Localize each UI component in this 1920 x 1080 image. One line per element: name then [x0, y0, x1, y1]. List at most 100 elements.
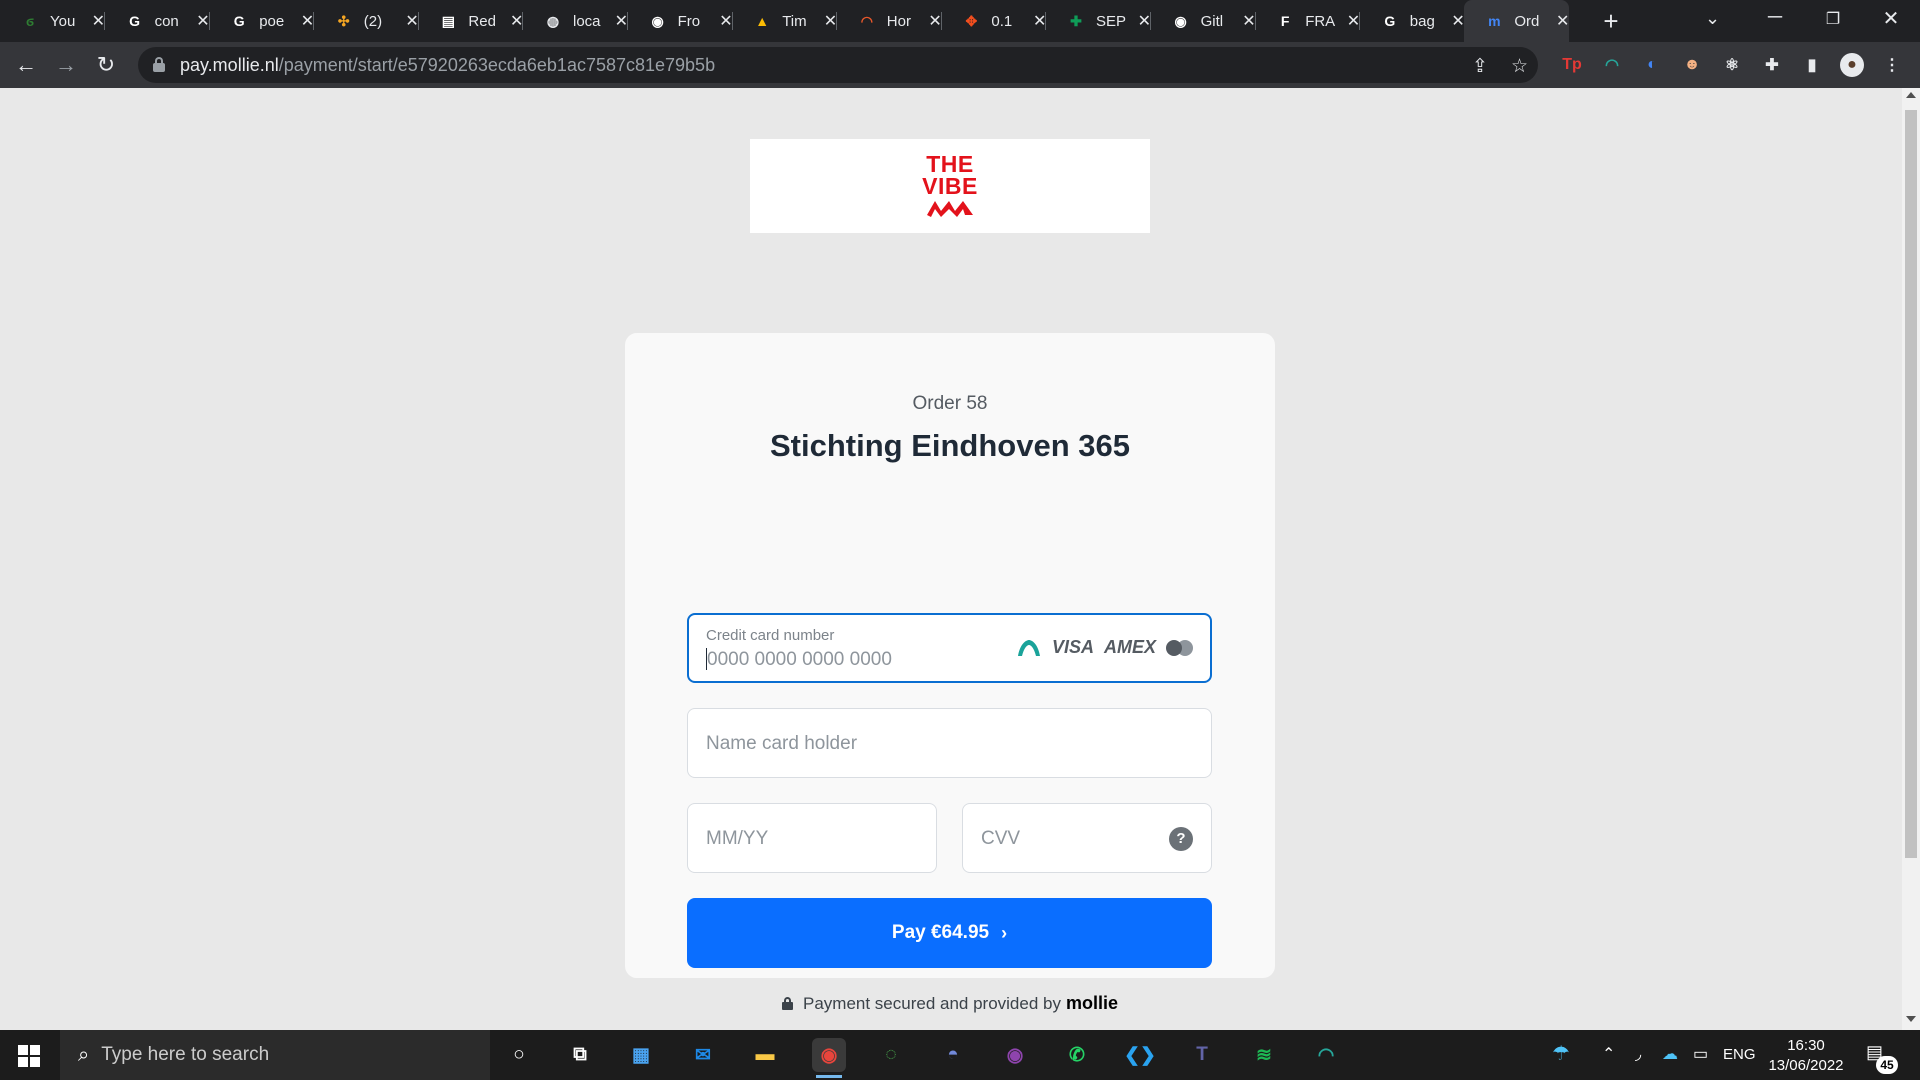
browser-tab[interactable]: ✣ (2) ✕ [314, 0, 419, 42]
tab-close-icon[interactable]: ✕ [1138, 11, 1151, 31]
taskbar-search[interactable]: ⌕ Type here to search [60, 1030, 490, 1080]
outlook-icon[interactable]: ✉ [686, 1038, 720, 1072]
vscode-icon[interactable]: ❮❯ [1123, 1038, 1157, 1072]
mollie-logo[interactable]: mollie [1066, 993, 1118, 1014]
extensions-puzzle-icon[interactable]: ✚ [1760, 53, 1784, 77]
card-brands: VISA AMEX [1016, 637, 1194, 658]
tab-close-icon[interactable]: ✕ [824, 11, 837, 31]
teams-icon[interactable]: T [1185, 1038, 1219, 1072]
card-number-label: Credit card number [706, 627, 835, 644]
browser-tab[interactable]: ✚ SEP ✕ [1046, 0, 1151, 42]
browser-tab[interactable]: m Ord ✕ [1464, 0, 1570, 42]
bookmark-star-icon[interactable]: ☆ [1511, 55, 1528, 78]
address-bar[interactable]: pay.mollie.nl/payment/start/e57920263ecd… [138, 47, 1538, 83]
tab-close-icon[interactable]: ✕ [1556, 11, 1569, 31]
profile-avatar[interactable]: ● [1840, 53, 1864, 77]
tab-close-icon[interactable]: ✕ [928, 11, 941, 31]
tab-close-icon[interactable]: ✕ [719, 11, 732, 31]
chrome-menu-icon[interactable]: ⋮ [1880, 53, 1904, 77]
whatsapp-icon[interactable]: ✆ [1060, 1038, 1094, 1072]
cvv-field[interactable]: ? [962, 803, 1212, 873]
wifi-icon[interactable]: ◞ [1635, 1044, 1641, 1064]
close-window-icon[interactable]: ✕ [1871, 6, 1911, 31]
spinner-app-icon[interactable]: ◌ [874, 1038, 908, 1072]
restore-icon[interactable]: ❐ [1813, 9, 1853, 29]
spotify-icon[interactable]: ≋ [1247, 1038, 1281, 1072]
pay-button-label: Pay €64.95 [891, 922, 990, 943]
page-scrollbar[interactable] [1902, 88, 1920, 1030]
browser-tab[interactable]: F FRA ✕ [1255, 0, 1361, 42]
share-icon[interactable]: ⇪ [1472, 55, 1488, 78]
windows-start-icon[interactable] [18, 1045, 40, 1067]
browser-tab[interactable]: ◉ Gitl ✕ [1151, 0, 1256, 42]
calendar-icon[interactable]: ▦ [624, 1038, 658, 1072]
back-icon[interactable]: ← [12, 51, 40, 79]
tab-close-icon[interactable]: ✕ [1451, 11, 1464, 31]
github-icon: ◉ [1174, 12, 1187, 29]
language-indicator[interactable]: ENG [1723, 1046, 1756, 1063]
cardholder-name-input[interactable] [706, 731, 1186, 757]
browser-tab[interactable]: Gcon ✕ [105, 0, 210, 42]
cvv-input[interactable] [981, 826, 1141, 852]
tab-close-icon[interactable]: ✕ [196, 11, 209, 31]
translate-extension-icon[interactable]: ◐ [1640, 53, 1664, 77]
tab-close-icon[interactable]: ✕ [1242, 11, 1255, 31]
react-devtools-icon[interactable]: ⚛ [1720, 53, 1744, 77]
scroll-up-icon[interactable] [1906, 92, 1916, 98]
github-desktop-icon[interactable]: ◉ [998, 1038, 1032, 1072]
tab-close-icon[interactable]: ✕ [1347, 11, 1360, 31]
figma-icon: ✥ [965, 12, 978, 29]
arc-icon: ◠ [860, 12, 873, 29]
cvv-help-icon[interactable]: ? [1169, 827, 1193, 851]
tray-expand-icon[interactable]: ⌃ [1602, 1044, 1615, 1064]
tab-strip: ϭ You ✕ Gcon ✕ Gpoe ✕ ✣ (2) ✕ ▤ Red ✕ ◍ loca ✕ ◉ Fro ✕ ▲ Tim… [0, 0, 1920, 42]
tp-extension-icon[interactable]: Tp [1560, 53, 1584, 77]
arc-extension-icon[interactable]: ◠ [1600, 53, 1624, 77]
tab-close-icon[interactable]: ✕ [615, 11, 628, 31]
expiry-input[interactable] [706, 826, 916, 852]
weather-icon[interactable]: ☂ [1552, 1041, 1570, 1066]
browser-tab[interactable]: ϭ You ✕ [0, 0, 105, 42]
browser-tab[interactable]: Gpoe ✕ [209, 0, 315, 42]
task-view-icon[interactable]: ⧉ [563, 1038, 597, 1072]
browser-tab[interactable]: ◉ Fro ✕ [628, 0, 733, 42]
scrollbar-thumb[interactable] [1905, 110, 1917, 858]
cardholder-name-field[interactable] [687, 708, 1212, 778]
discord-icon[interactable]: ◓ [936, 1038, 970, 1072]
side-panel-icon[interactable]: ▮ [1800, 53, 1824, 77]
lock-icon[interactable] [152, 57, 166, 73]
onedrive-icon[interactable]: ☁ [1662, 1044, 1678, 1064]
arc-app-icon[interactable]: ◠ [1309, 1038, 1343, 1072]
forward-icon[interactable]: → [52, 51, 80, 79]
tab-close-icon[interactable]: ✕ [1033, 11, 1046, 31]
expiry-field[interactable] [687, 803, 937, 873]
tab-close-icon[interactable]: ✕ [92, 11, 105, 31]
url-text[interactable]: pay.mollie.nl/payment/start/e57920263ecd… [180, 55, 715, 76]
pay-button[interactable]: Pay €64.95 › [687, 898, 1212, 968]
tab-close-icon[interactable]: ✕ [301, 11, 314, 31]
scroll-down-icon[interactable] [1906, 1016, 1916, 1022]
browser-tab[interactable]: Gbag ✕ [1360, 0, 1465, 42]
chrome-icon[interactable]: ◉ [812, 1038, 846, 1078]
card-number-input[interactable] [707, 647, 997, 673]
tab-search-icon[interactable]: ⌄ [1705, 8, 1720, 29]
browser-tab[interactable]: ✥ 0.1 ✕ [941, 0, 1047, 42]
doc-icon: ▤ [441, 12, 455, 29]
order-label: Order 58 [912, 393, 988, 414]
tab-close-icon[interactable]: ✕ [405, 11, 418, 31]
reload-icon[interactable]: ↻ [92, 51, 120, 79]
secured-text: Payment secured and provided by [802, 993, 1061, 1013]
browser-tab[interactable]: ◍ loca ✕ [523, 0, 628, 42]
cortana-icon[interactable]: ○ [502, 1038, 536, 1072]
minimize-icon[interactable]: ─ [1755, 6, 1795, 29]
browser-tab[interactable]: ◠ Hor ✕ [837, 0, 942, 42]
card-number-field[interactable]: Credit card number VISA AMEX [687, 613, 1212, 683]
tab-close-icon[interactable]: ✕ [510, 11, 523, 31]
new-tab-button[interactable]: + [1596, 6, 1626, 36]
browser-tab[interactable]: ▲ Tim ✕ [732, 0, 838, 42]
battery-icon[interactable]: ▭ [1693, 1044, 1708, 1064]
browser-tab[interactable]: ▤ Red ✕ [418, 0, 524, 42]
system-clock[interactable]: 16:30 13/06/2022 [1760, 1036, 1852, 1076]
face-extension-icon[interactable]: ☻ [1680, 53, 1704, 77]
file-explorer-icon[interactable]: ▬ [748, 1038, 782, 1072]
